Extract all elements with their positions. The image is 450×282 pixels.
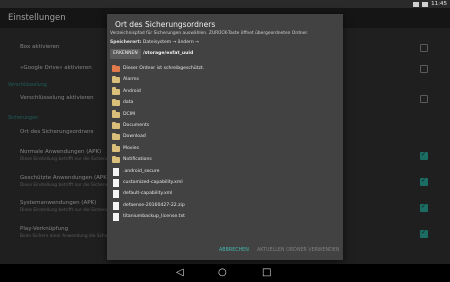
list-item-label: Dieser Ordner ist schreibgeschützt. bbox=[123, 66, 205, 71]
recents-square-icon[interactable]: □ bbox=[262, 267, 271, 279]
home-circle-icon[interactable]: ○ bbox=[218, 267, 227, 279]
file-icon bbox=[113, 190, 119, 199]
list-item-label: .android_secure bbox=[123, 168, 160, 174]
list-item[interactable]: Notifications bbox=[110, 155, 340, 165]
dialog-title: Ort des Sicherungsordners bbox=[115, 20, 216, 29]
list-item[interactable]: customized-capability.xml bbox=[110, 178, 340, 188]
list-item[interactable]: Android bbox=[110, 87, 340, 97]
status-time: 11:45 bbox=[431, 1, 447, 7]
list-item-label: DCIM bbox=[123, 111, 136, 117]
file-icon bbox=[113, 213, 119, 222]
folder-icon bbox=[112, 144, 120, 152]
list-item-label: Notifications bbox=[123, 157, 152, 163]
dialog-subtitle: Verzeichnispfad für Sicherungen auswähle… bbox=[110, 31, 309, 36]
list-item-label: Download bbox=[123, 134, 146, 140]
folder-icon bbox=[112, 110, 120, 118]
battery-icon bbox=[422, 1, 429, 7]
back-triangle-icon[interactable]: ◁ bbox=[176, 267, 184, 279]
folder-icon bbox=[112, 132, 120, 141]
list-item-label: data bbox=[123, 100, 134, 106]
list-item-label: Movies bbox=[123, 145, 139, 151]
use-current-folder-button[interactable]: AKTUELLEN ORDNER VERWENDEN bbox=[257, 245, 339, 257]
cancel-button[interactable]: ABBRECHEN bbox=[219, 245, 249, 257]
list-item[interactable]: Download bbox=[110, 132, 340, 142]
wifi-icon bbox=[413, 1, 420, 7]
list-item[interactable]: titaniumbackup_license.txt bbox=[110, 212, 340, 222]
list-item[interactable]: Alarms bbox=[110, 75, 340, 85]
status-bar: 11:45 bbox=[0, 0, 450, 8]
storage-location[interactable]: Speicherort: Dateisystem → ändern → bbox=[110, 40, 199, 45]
file-icon bbox=[113, 167, 119, 176]
list-item-label: Alarms bbox=[123, 77, 139, 83]
navigation-bar: ◁ ○ □ bbox=[0, 264, 450, 282]
list-item-label: titaniumbackup_license.txt bbox=[123, 214, 185, 220]
folder-icon bbox=[112, 121, 120, 129]
list-item-label: Documents bbox=[123, 123, 150, 128]
storage-location-label: Speicherort: bbox=[110, 40, 142, 45]
storage-location-value[interactable]: Dateisystem → ändern → bbox=[143, 40, 199, 45]
list-item[interactable]: Documents bbox=[110, 121, 340, 131]
folder-icon bbox=[112, 87, 120, 95]
folder-icon bbox=[112, 75, 120, 84]
file-icon bbox=[113, 179, 119, 187]
warning-folder-icon bbox=[112, 64, 120, 72]
backup-folder-dialog: Ort des Sicherungsordners Verzeichnispfa… bbox=[107, 14, 343, 260]
folder-icon bbox=[112, 155, 120, 164]
list-item-label: customized-capability.xml bbox=[123, 180, 183, 185]
current-path: /storage/exfat_uuid bbox=[143, 51, 194, 56]
list-item-readonly-warning: Dieser Ordner ist schreibgeschützt. bbox=[110, 64, 340, 74]
detect-button[interactable]: ERKENNEN bbox=[110, 49, 141, 59]
list-item-label: Android bbox=[123, 88, 141, 94]
list-item[interactable]: defaense-20160427-22.zip bbox=[110, 201, 340, 211]
folder-icon bbox=[112, 98, 120, 107]
list-item-label: defaense-20160427-22.zip bbox=[123, 202, 185, 208]
list-item-label: default-capability.xml bbox=[123, 191, 173, 197]
status-icons: 11:45 bbox=[413, 0, 447, 8]
dialog-actions: ABBRECHEN AKTUELLEN ORDNER VERWENDEN bbox=[107, 245, 343, 257]
list-item[interactable]: .android_secure bbox=[110, 167, 340, 177]
list-item[interactable]: Movies bbox=[110, 144, 340, 154]
file-icon bbox=[113, 201, 119, 210]
list-item[interactable]: DCIM bbox=[110, 110, 340, 120]
list-item[interactable]: data bbox=[110, 98, 340, 108]
list-item[interactable]: default-capability.xml bbox=[110, 189, 340, 199]
